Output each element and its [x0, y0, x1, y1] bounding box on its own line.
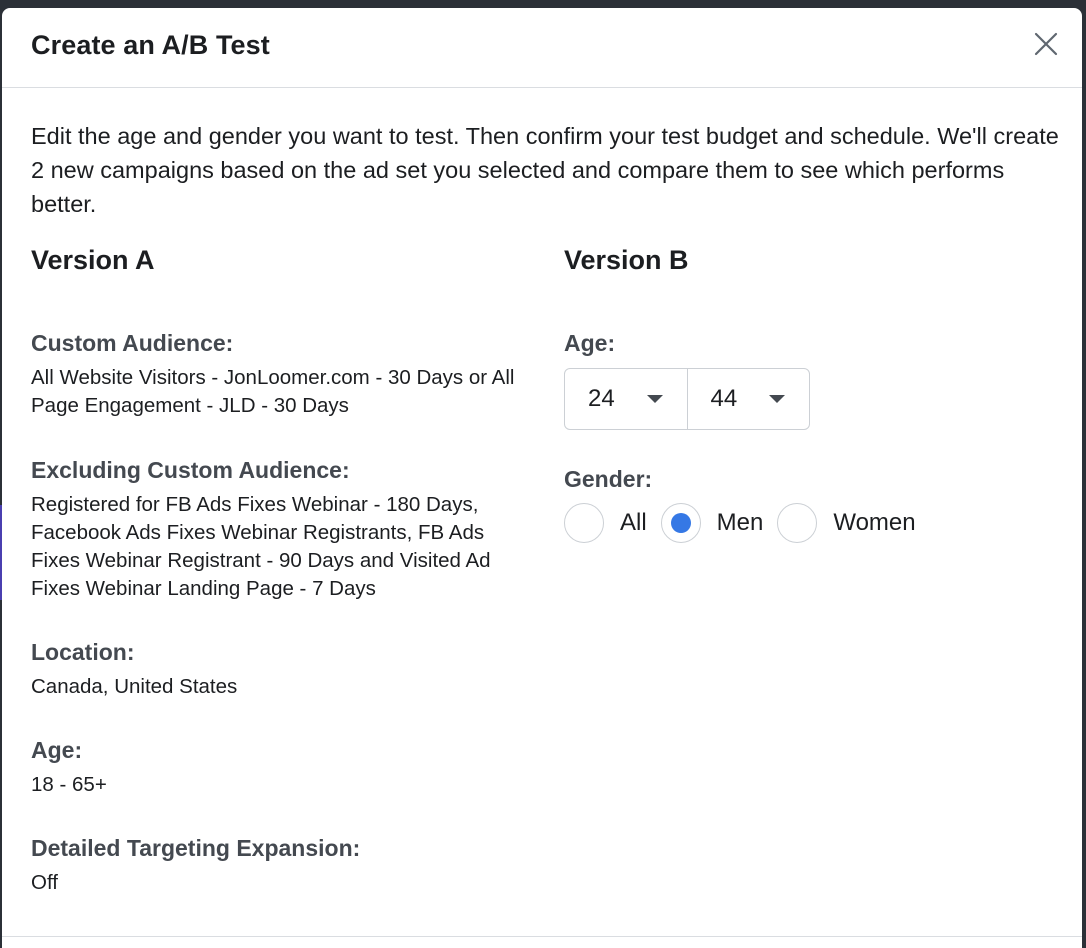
close-button[interactable]: [1030, 28, 1062, 60]
intro-text: Edit the age and gender you want to test…: [31, 123, 1059, 217]
version-b-title: Version B: [564, 245, 689, 275]
age-value-a: 18 - 65+: [31, 773, 107, 796]
custom-audience-field: Custom Audience: All Website Visitors - …: [31, 328, 531, 420]
gender-option-label: All: [620, 509, 647, 536]
radio-button[interactable]: [660, 503, 701, 543]
age-range-selector: 24 44: [564, 368, 810, 430]
age-field-b: Age: 24 44: [564, 328, 810, 430]
location-field: Location: Canada, United States: [31, 637, 531, 701]
expansion-field: Detailed Targeting Expansion: Off: [31, 833, 531, 897]
gender-label: Gender:: [564, 466, 653, 492]
age-label-a: Age:: [31, 737, 83, 763]
location-label: Location:: [31, 639, 135, 665]
version-b-column: Version B Age: 24 44 Gender: All Men Wom…: [564, 240, 1064, 543]
gender-option-men[interactable]: Men: [660, 503, 764, 543]
dialog-title: Create an A/B Test: [31, 30, 270, 60]
expansion-value: Off: [31, 871, 58, 894]
age-min-select[interactable]: 24: [565, 369, 687, 429]
age-field-a: Age: 18 - 65+: [31, 735, 531, 799]
radio-button[interactable]: [777, 503, 818, 543]
custom-audience-label: Custom Audience:: [31, 330, 234, 356]
age-max-select[interactable]: 44: [686, 369, 810, 429]
excluding-audience-field: Excluding Custom Audience: Registered fo…: [31, 455, 531, 603]
age-min-value: 24: [588, 385, 615, 412]
location-value: Canada, United States: [31, 675, 238, 698]
ab-test-dialog: Create an A/B Test Edit the age and gend…: [2, 8, 1082, 948]
excluding-audience-label: Excluding Custom Audience:: [31, 457, 350, 483]
gender-option-label: Men: [716, 509, 764, 536]
radio-selected-dot: [670, 513, 691, 533]
dialog-header: Create an A/B Test: [2, 8, 1082, 88]
gender-option-all[interactable]: All: [564, 503, 647, 543]
radio-button[interactable]: [564, 503, 604, 543]
gender-field: Gender: All Men Women: [564, 464, 930, 543]
custom-audience-value: All Website Visitors - JonLoomer.com - 3…: [31, 366, 515, 417]
excluding-audience-value: Registered for FB Ads Fixes Webinar - 18…: [31, 493, 491, 600]
gender-radio-group: All Men Women: [564, 503, 930, 543]
version-a-column: Version A Custom Audience: All Website V…: [31, 240, 531, 894]
gender-option-label: Women: [833, 509, 916, 536]
chevron-down-icon: [769, 395, 785, 403]
footer-divider: [2, 936, 1082, 937]
age-label-b: Age:: [564, 330, 616, 356]
age-max-value: 44: [710, 385, 738, 412]
close-icon: [1034, 32, 1058, 56]
version-a-title: Version A: [31, 245, 155, 275]
expansion-label: Detailed Targeting Expansion:: [31, 835, 361, 861]
gender-option-women[interactable]: Women: [777, 503, 916, 543]
chevron-down-icon: [646, 395, 663, 403]
